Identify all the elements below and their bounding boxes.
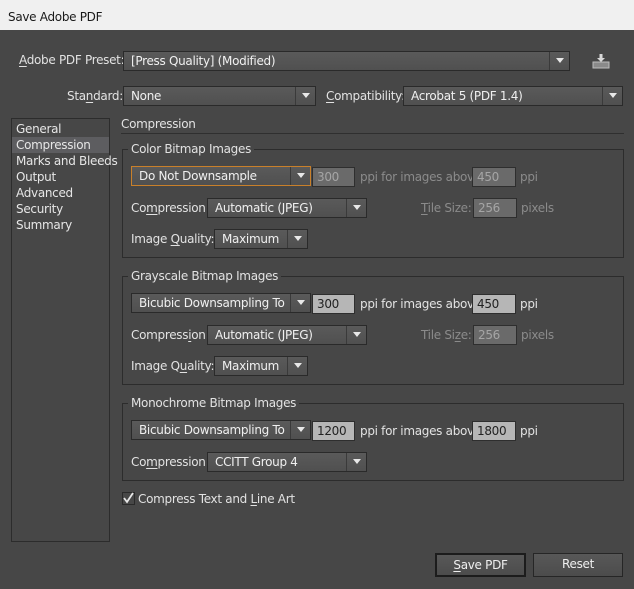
compatibility-value: Acrobat 5 (PDF 1.4) — [411, 89, 523, 103]
grayscale-downsample-value: Bicubic Downsampling To — [139, 296, 285, 310]
color-compression-value: Automatic (JPEG) — [215, 201, 313, 215]
grayscale-ppi-text: ppi for images above — [360, 297, 481, 311]
chevron-down-icon — [346, 199, 366, 217]
preset-label: Adobe PDF Preset: — [19, 53, 125, 67]
color-quality-value: Maximum — [222, 232, 280, 246]
monochrome-downsample-select[interactable]: Bicubic Downsampling To — [131, 420, 311, 440]
color-ppi-input[interactable]: 300 — [312, 167, 355, 187]
color-tile-input[interactable]: 256 — [473, 198, 517, 218]
color-group-title: Color Bitmap Images — [128, 142, 255, 156]
sidebar: General Compression Marks and Bleeds Out… — [11, 118, 118, 542]
compress-text-checkbox[interactable] — [122, 492, 135, 505]
monochrome-downsample-value: Bicubic Downsampling To — [139, 423, 285, 437]
section-title: Compression — [121, 117, 196, 131]
chevron-down-icon — [295, 87, 315, 105]
grayscale-quality-label: Image Quality: — [131, 359, 215, 373]
grayscale-tile-input[interactable]: 256 — [473, 325, 517, 345]
grayscale-compression-select[interactable]: Automatic (JPEG) — [207, 325, 367, 345]
monochrome-ppi-input[interactable]: 1200 — [312, 421, 355, 441]
chevron-down-icon — [287, 230, 307, 248]
standard-value: None — [131, 89, 162, 103]
sidebar-item-security[interactable]: Security — [12, 201, 109, 217]
color-tile-label: Tile Size: — [421, 201, 472, 215]
grayscale-compression-label: Compression: — [131, 328, 210, 342]
chevron-down-icon — [290, 167, 310, 185]
compress-text-label[interactable]: Compress Text and Line Art — [138, 492, 295, 506]
standard-label: Standard: — [67, 89, 123, 103]
color-compression-label: Compression: — [131, 201, 210, 215]
sidebar-item-summary[interactable]: Summary — [12, 217, 109, 233]
color-tile-unit: pixels — [521, 201, 554, 215]
save-pdf-dialog: Adobe PDF Preset: [Press Quality] (Modif… — [0, 30, 634, 589]
grayscale-above-input[interactable]: 450 — [472, 294, 516, 314]
sidebar-item-output[interactable]: Output — [12, 169, 109, 185]
chevron-down-icon — [290, 421, 310, 439]
monochrome-ppi-text: ppi for images above — [360, 424, 481, 438]
color-downsample-select[interactable]: Do Not Downsample — [131, 166, 311, 186]
grayscale-ppi-input[interactable]: 300 — [312, 294, 355, 314]
save-pdf-button[interactable]: Save PDF — [435, 553, 526, 577]
chevron-down-icon — [346, 326, 366, 344]
reset-button[interactable]: Reset — [533, 553, 623, 577]
preset-select[interactable]: [Press Quality] (Modified) — [123, 51, 570, 71]
monochrome-ppi-unit: ppi — [520, 424, 538, 438]
save-preset-icon[interactable] — [592, 52, 610, 70]
monochrome-bitmap-group — [122, 403, 624, 481]
monochrome-compression-label: Compression: — [131, 455, 210, 469]
window-title: Save Adobe PDF — [0, 0, 634, 30]
section-divider — [121, 133, 624, 134]
color-quality-label: Image Quality: — [131, 232, 215, 246]
sidebar-item-general[interactable]: General — [12, 121, 109, 137]
monochrome-compression-value: CCITT Group 4 — [215, 455, 298, 469]
grayscale-quality-select[interactable]: Maximum — [214, 356, 308, 376]
color-above-input[interactable]: 450 — [472, 167, 516, 187]
color-ppi-text: ppi for images above — [360, 170, 481, 184]
preset-value: [Press Quality] (Modified) — [131, 54, 276, 68]
compatibility-select[interactable]: Acrobat 5 (PDF 1.4) — [403, 86, 623, 106]
checkmark-icon — [122, 492, 135, 505]
grayscale-tile-label: Tile Size: — [421, 328, 472, 342]
grayscale-compression-value: Automatic (JPEG) — [215, 328, 313, 342]
monochrome-compression-select[interactable]: CCITT Group 4 — [207, 452, 367, 472]
grayscale-group-title: Grayscale Bitmap Images — [128, 269, 282, 283]
sidebar-item-marks-and-bleeds[interactable]: Marks and Bleeds — [12, 153, 118, 169]
color-ppi-unit: ppi — [520, 170, 538, 184]
chevron-down-icon — [290, 294, 310, 312]
color-compression-select[interactable]: Automatic (JPEG) — [207, 198, 367, 218]
monochrome-group-title: Monochrome Bitmap Images — [128, 396, 300, 410]
color-quality-select[interactable]: Maximum — [214, 229, 308, 249]
standard-select[interactable]: None — [123, 86, 316, 106]
grayscale-ppi-unit: ppi — [520, 297, 538, 311]
chevron-down-icon — [346, 453, 366, 471]
sidebar-item-compression[interactable]: Compression — [12, 137, 109, 153]
grayscale-downsample-select[interactable]: Bicubic Downsampling To — [131, 293, 311, 313]
chevron-down-icon — [287, 357, 307, 375]
grayscale-tile-unit: pixels — [521, 328, 554, 342]
sidebar-item-advanced[interactable]: Advanced — [12, 185, 109, 201]
compatibility-label: Compatibility: — [326, 89, 405, 103]
chevron-down-icon — [549, 52, 569, 70]
monochrome-above-input[interactable]: 1800 — [472, 421, 516, 441]
chevron-down-icon — [602, 87, 622, 105]
grayscale-quality-value: Maximum — [222, 359, 280, 373]
color-downsample-value: Do Not Downsample — [139, 169, 257, 183]
